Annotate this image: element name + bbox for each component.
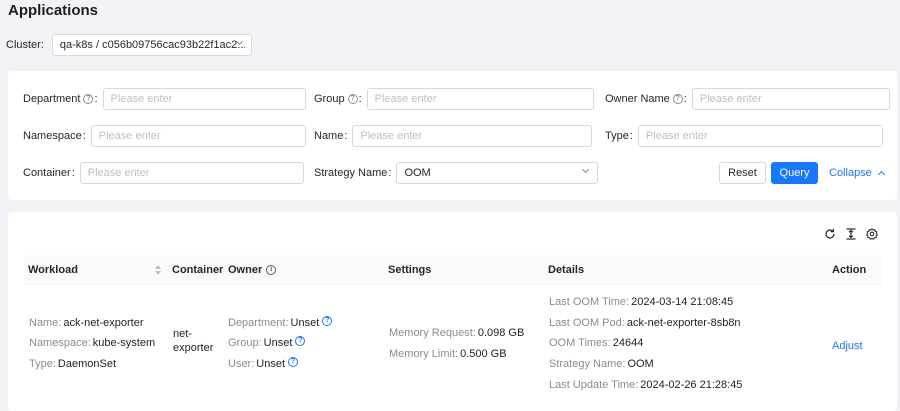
oom-times-key: OOM Times [549, 337, 608, 349]
last-update-time-value: 2024-02-26 21:28:45 [640, 379, 743, 391]
namespace-filter: Namespace: [23, 125, 306, 147]
column-header-details: Details [548, 264, 585, 276]
oom-times: OOM Times: 24644 [549, 337, 644, 349]
type-input[interactable] [637, 125, 883, 147]
cluster-selector-row: Cluster: qa-k8s / c056b09756cac93b22f1ac… [6, 34, 252, 56]
table-row: Name: ack-net-exporter Namespace: kube-s… [24, 286, 881, 411]
last-oom-time-value: 2024-03-14 21:08:45 [631, 296, 734, 308]
help-icon[interactable]: ? [347, 94, 358, 104]
refresh-icon[interactable] [824, 228, 836, 240]
group-label: Group?: [314, 93, 362, 105]
query-button[interactable]: Query [771, 162, 818, 184]
column-header-owner: Owner i [228, 255, 277, 285]
type-filter: Type: [605, 125, 883, 147]
adjust-link[interactable]: Adjust [832, 340, 863, 352]
workload-name-value: ack-net-exporter [63, 317, 144, 329]
memory-request-value: 0.098 GB [477, 327, 525, 339]
column-header-settings: Settings [388, 264, 432, 276]
owner-user: User: Unset ? [228, 357, 299, 370]
collapse-button[interactable]: Collapse [829, 162, 885, 184]
oom-times-value: 24644 [612, 337, 644, 349]
memory-limit-value: 0.500 GB [460, 348, 507, 360]
department-input[interactable] [102, 88, 306, 110]
department-label: Department?: [23, 93, 98, 105]
last-oom-pod-value: ack-net-exporter-8sb8n [626, 317, 741, 329]
strategy-name-key: Strategy Name [549, 358, 623, 370]
name-filter: Name: [314, 125, 593, 147]
help-icon[interactable]: ? [295, 336, 306, 346]
owner-group-key: Group [228, 337, 259, 349]
help-icon[interactable]: ? [322, 316, 333, 326]
column-header-workload[interactable]: Workload [28, 255, 78, 285]
last-update-time: Last Update Time: 2024-02-26 21:28:45 [549, 379, 743, 391]
workload-name-key: Name [29, 317, 59, 329]
info-icon[interactable]: i [266, 265, 277, 275]
help-icon[interactable]: ? [288, 357, 299, 367]
namespace-label: Namespace: [23, 130, 86, 142]
memory-request: Memory Request: 0.098 GB [389, 327, 525, 339]
owner-name-filter: Owner Name?: [605, 88, 890, 110]
owner-header-label: Owner [228, 264, 263, 276]
help-icon[interactable]: ? [672, 94, 683, 104]
page-title: Applications [8, 2, 99, 19]
workload-type-value: DaemonSet [57, 358, 117, 370]
chevron-down-icon [582, 165, 590, 174]
owner-name-label: Owner Name?: [605, 93, 687, 105]
owner-department-key: Department [228, 317, 286, 329]
table-panel: Workload Container Owner i Settings Deta… [8, 212, 897, 411]
owner-group-value: Unset [263, 337, 293, 349]
container-name: net-exporter [173, 328, 214, 354]
column-height-icon[interactable] [845, 228, 857, 240]
name-label: Name: [314, 130, 348, 142]
memory-limit-key: Memory Limit [389, 348, 456, 360]
collapse-label: Collapse [829, 167, 872, 179]
group-filter: Group?: [314, 88, 594, 110]
sort-icon[interactable] [155, 265, 161, 275]
owner-user-value: Unset [256, 358, 286, 370]
group-input[interactable] [366, 88, 594, 110]
last-oom-pod: Last OOM Pod: ack-net-exporter-8sb8n [549, 317, 741, 329]
owner-department: Department: Unset ? [228, 316, 333, 329]
workload-namespace-value: kube-system [92, 337, 156, 349]
container-label: Container: [23, 167, 75, 179]
cluster-label: Cluster: [6, 39, 44, 51]
reset-button[interactable]: Reset [719, 162, 766, 184]
workload-namespace: Namespace: kube-system [29, 337, 156, 349]
last-oom-time-key: Last OOM Time [549, 296, 627, 308]
cluster-select[interactable]: qa-k8s / c056b09756cac93b22f1ac2... [51, 34, 252, 56]
memory-limit: Memory Limit: 0.500 GB [389, 348, 507, 360]
owner-user-key: User [228, 358, 252, 370]
department-filter: Department?: [23, 88, 306, 110]
workload-type: Type: DaemonSet [29, 358, 117, 370]
filter-panel: Department?: Group?: Owner Name?: Namesp… [8, 71, 897, 200]
container-filter: Container: [23, 162, 304, 184]
strategy-select[interactable]: OOM [396, 162, 599, 184]
strategy-select-value: OOM [404, 167, 431, 179]
table-header: Workload Container Owner i Settings Deta… [24, 255, 881, 285]
settings-icon[interactable] [866, 228, 878, 240]
name-input[interactable] [352, 125, 593, 147]
column-header-container: Container [172, 264, 224, 276]
workload-type-key: Type [29, 358, 53, 370]
last-oom-pod-key: Last OOM Pod [549, 317, 622, 329]
workload-namespace-key: Namespace [29, 337, 88, 349]
strategy-filter: Strategy Name: OOM [314, 162, 599, 184]
owner-name-input[interactable] [691, 88, 890, 110]
last-update-time-key: Last Update Time [549, 379, 636, 391]
type-label: Type: [605, 130, 633, 142]
container-input[interactable] [79, 162, 304, 184]
strategy-name-value: OOM [627, 358, 654, 370]
cluster-select-value: qa-k8s / c056b09756cac93b22f1ac2... [59, 39, 245, 51]
workload-name: Name: ack-net-exporter [29, 317, 144, 329]
strategy-name: Strategy Name: OOM [549, 358, 654, 370]
column-header-action: Action [832, 264, 867, 276]
last-oom-time: Last OOM Time: 2024-03-14 21:08:45 [549, 296, 734, 308]
help-icon[interactable]: ? [83, 94, 94, 104]
namespace-input[interactable] [90, 125, 306, 147]
strategy-label: Strategy Name: [314, 167, 392, 179]
owner-group: Group: Unset ? [228, 336, 306, 349]
memory-request-key: Memory Request [389, 327, 473, 339]
chevron-up-icon [877, 170, 885, 179]
owner-department-value: Unset [290, 317, 320, 329]
